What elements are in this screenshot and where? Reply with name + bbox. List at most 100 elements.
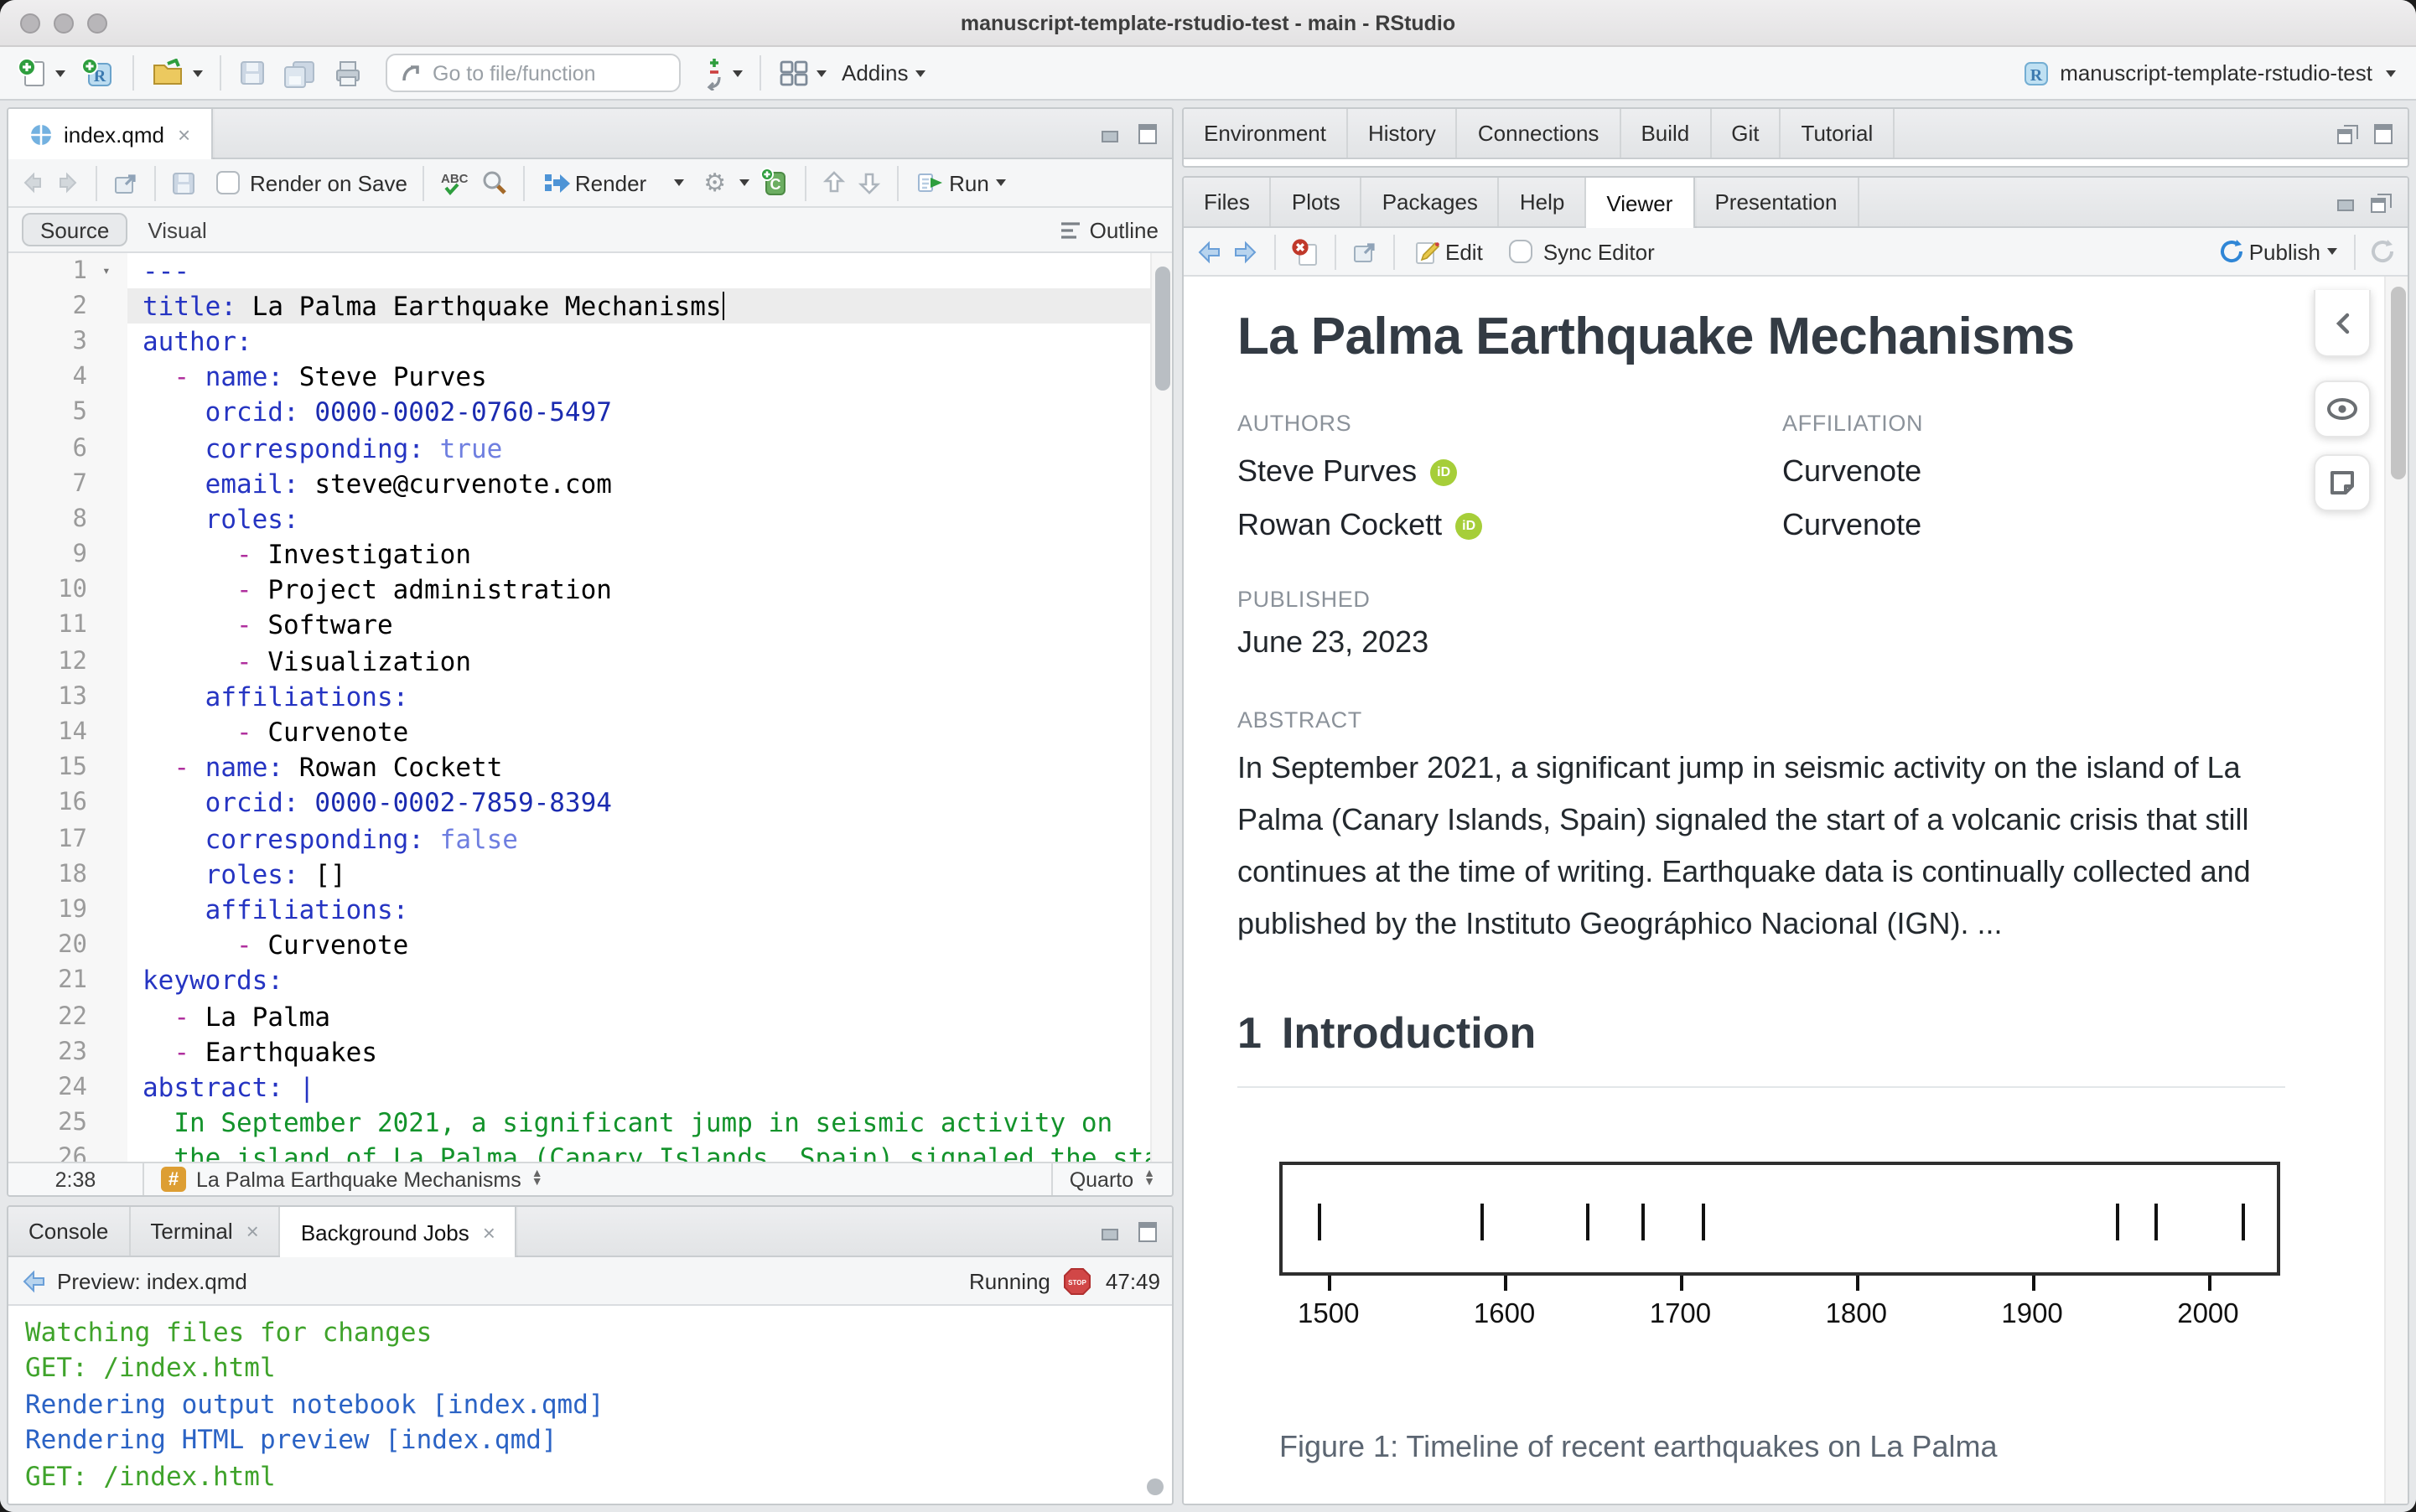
forward-icon[interactable]: [55, 171, 80, 194]
goto-file-search[interactable]: [386, 54, 681, 92]
tab-background-jobs[interactable]: Background Jobs×: [281, 1207, 517, 1257]
code-editor[interactable]: 1▾---2title: La Palma Earthquake Mechani…: [8, 253, 1172, 1162]
gear-icon[interactable]: ⚙: [703, 168, 726, 198]
tab-files[interactable]: Files: [1184, 178, 1272, 226]
file-type-selector[interactable]: Quarto ▲▼: [1051, 1163, 1172, 1195]
new-file-button[interactable]: [13, 54, 69, 92]
viewer-back-icon[interactable]: [1195, 239, 1222, 264]
code-line[interactable]: 3author:: [8, 324, 1172, 360]
tab-presentation[interactable]: Presentation: [1694, 178, 1859, 226]
render-caret[interactable]: [673, 179, 683, 186]
code-line[interactable]: 5 orcid: 0000-0002-0760-5497: [8, 396, 1172, 431]
console-scrollbar-thumb[interactable]: [1147, 1478, 1164, 1495]
project-selector[interactable]: R manuscript-template-rstudio-test: [2018, 54, 2403, 91]
tab-history[interactable]: History: [1348, 109, 1458, 158]
close-tab-icon[interactable]: ×: [483, 1219, 495, 1245]
close-tab-icon[interactable]: ×: [178, 122, 190, 147]
new-project-button[interactable]: R: [77, 53, 119, 93]
restore-pane-icon[interactable]: [2371, 192, 2393, 212]
edit-button[interactable]: Edit: [1410, 234, 1486, 269]
code-line[interactable]: 15 - name: Rowan Cockett: [8, 750, 1172, 785]
code-line[interactable]: 17 corresponding: false: [8, 821, 1172, 857]
find-replace-icon[interactable]: [481, 169, 508, 196]
popout-icon[interactable]: [1351, 239, 1378, 264]
code-line[interactable]: 4 - name: Steve Purves: [8, 360, 1172, 395]
code-line[interactable]: 24abstract: |: [8, 1070, 1172, 1106]
maximize-pane-icon[interactable]: [2371, 123, 2393, 143]
code-line[interactable]: 21keywords:: [8, 964, 1172, 999]
clear-viewer-icon[interactable]: [1291, 237, 1319, 266]
gear-caret[interactable]: [739, 179, 749, 186]
code-line[interactable]: 1▾---: [8, 253, 1172, 288]
code-line[interactable]: 6 corresponding: true: [8, 431, 1172, 466]
publish-button[interactable]: Publish: [2216, 235, 2341, 268]
close-window-button[interactable]: [20, 13, 40, 34]
workspace-panes-button[interactable]: [775, 55, 830, 91]
viewer-scrollbar-thumb[interactable]: [2390, 287, 2405, 479]
code-line[interactable]: 11 - Software: [8, 608, 1172, 644]
tab-connections[interactable]: Connections: [1458, 109, 1621, 158]
zoom-window-button[interactable]: [87, 13, 107, 34]
code-line[interactable]: 12 - Visualization: [8, 644, 1172, 679]
stop-job-icon[interactable]: STOP: [1064, 1266, 1092, 1295]
tab-help[interactable]: Help: [1500, 178, 1587, 226]
goto-file-input[interactable]: [433, 61, 651, 85]
minimize-pane-icon[interactable]: [1102, 124, 1123, 142]
version-control-button[interactable]: [699, 53, 746, 93]
code-line[interactable]: 14 - Curvenote: [8, 715, 1172, 750]
editor-scrollbar-thumb[interactable]: [1155, 267, 1170, 391]
addins-button[interactable]: Addins: [838, 57, 929, 89]
go-down-icon[interactable]: [857, 169, 882, 196]
code-line[interactable]: 18 roles: []: [8, 857, 1172, 892]
editor-scrollbar[interactable]: [1150, 253, 1172, 1162]
sync-editor-checkbox[interactable]: [1510, 240, 1533, 263]
render-button[interactable]: Render: [540, 167, 650, 199]
code-line[interactable]: 25 In September 2021, a significant jump…: [8, 1106, 1172, 1141]
back-to-jobs-icon[interactable]: [20, 1268, 47, 1293]
code-line[interactable]: 8 roles:: [8, 502, 1172, 537]
tab-build[interactable]: Build: [1620, 109, 1711, 158]
code-line[interactable]: 2title: La Palma Earthquake Mechanisms: [8, 288, 1172, 324]
orcid-icon[interactable]: iD: [1430, 458, 1457, 485]
code-line[interactable]: 9 - Investigation: [8, 537, 1172, 572]
open-file-button[interactable]: [148, 54, 206, 91]
code-line[interactable]: 7 email: steve@curvenote.com: [8, 466, 1172, 501]
render-on-save-checkbox[interactable]: [216, 171, 240, 194]
tab-visual[interactable]: Visual: [148, 217, 206, 242]
viewer-content[interactable]: La Palma Earthquake Mechanisms AUTHORS A…: [1184, 277, 2408, 1504]
code-line[interactable]: 13 affiliations:: [8, 680, 1172, 715]
tab-terminal[interactable]: Terminal×: [130, 1207, 280, 1256]
back-icon[interactable]: [20, 171, 45, 194]
fold-toggle-icon[interactable]: ▾: [102, 253, 127, 288]
code-line[interactable]: 16 orcid: 0000-0002-7859-8394: [8, 786, 1172, 821]
save-button[interactable]: [235, 55, 270, 91]
code-line[interactable]: 23 - Earthquakes: [8, 1034, 1172, 1069]
tab-source[interactable]: Source: [22, 213, 127, 246]
code-line[interactable]: 26 the island of La Palma (Canary Island…: [8, 1141, 1172, 1162]
minimize-pane-icon[interactable]: [1102, 1222, 1123, 1240]
code-line[interactable]: 20 - Curvenote: [8, 928, 1172, 963]
code-line[interactable]: 19 affiliations:: [8, 893, 1172, 928]
restore-pane-icon[interactable]: [2337, 123, 2359, 143]
tab-index-qmd[interactable]: index.qmd ×: [8, 109, 212, 159]
tab-packages[interactable]: Packages: [1362, 178, 1500, 226]
run-button[interactable]: Run: [914, 167, 1009, 199]
section-navigator[interactable]: # La Palma Earthquake Mechanisms ▲▼: [144, 1163, 1051, 1195]
console-output[interactable]: Watching files for changesGET: /index.ht…: [8, 1306, 1172, 1504]
close-tab-icon[interactable]: ×: [246, 1219, 259, 1244]
tab-git[interactable]: Git: [1711, 109, 1781, 158]
minimize-pane-icon[interactable]: [2337, 193, 2359, 211]
viewer-scrollbar[interactable]: [2384, 277, 2408, 1504]
save-all-button[interactable]: [278, 54, 320, 91]
tab-console[interactable]: Console: [8, 1207, 130, 1256]
tab-viewer[interactable]: Viewer: [1586, 178, 1694, 228]
outline-toggle[interactable]: Outline: [1060, 217, 1159, 242]
maximize-pane-icon[interactable]: [1135, 123, 1157, 143]
collapse-panel-button[interactable]: [2314, 290, 2371, 357]
save-icon[interactable]: [171, 170, 196, 195]
refresh-icon[interactable]: [2369, 238, 2396, 265]
print-button[interactable]: [329, 54, 367, 91]
annotation-button[interactable]: [2314, 454, 2371, 511]
visibility-button[interactable]: [2314, 381, 2371, 438]
spellcheck-icon[interactable]: ABC: [439, 168, 471, 197]
